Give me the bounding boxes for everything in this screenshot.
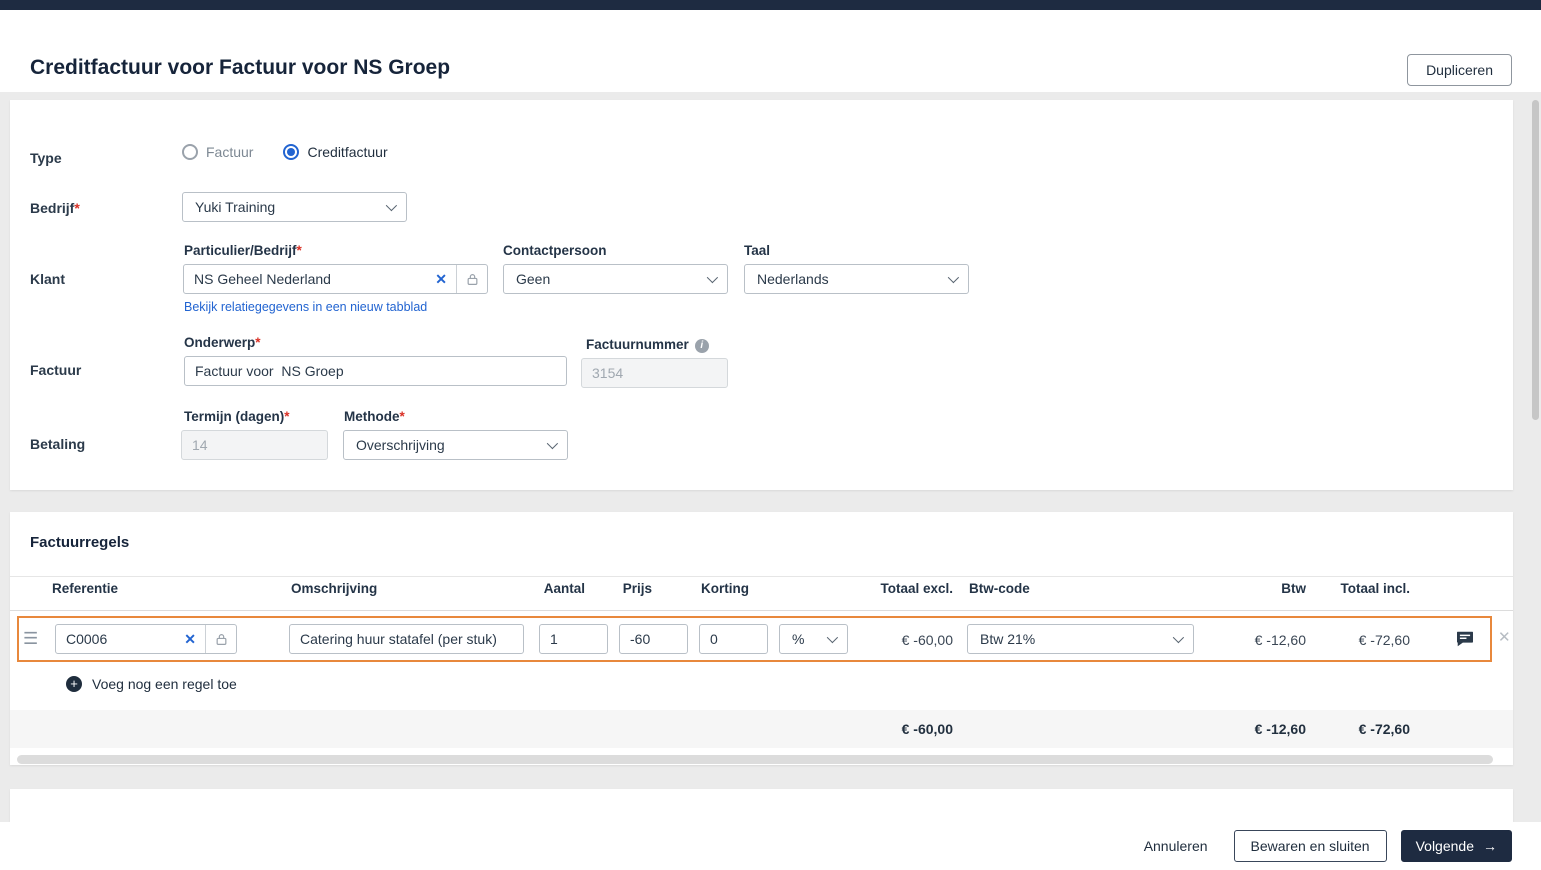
totals-btw: € -12,60: [1254, 721, 1306, 737]
invoice-details-panel: Type Factuur Creditfactuur Bedrijf* Yuki…: [10, 100, 1513, 490]
chevron-down-icon: [546, 437, 559, 450]
totals-row: € -60,00 € -12,60 € -72,60: [10, 710, 1513, 748]
type-radio-group: Factuur Creditfactuur: [182, 144, 388, 160]
totaal-excl-value: € -60,00: [901, 632, 953, 648]
col-prijs: Prijs: [622, 581, 652, 596]
methode-select[interactable]: Overschrijving: [343, 430, 568, 460]
klant-input-group: ✕: [183, 264, 488, 294]
chevron-down-icon: [385, 199, 398, 212]
totals-excl: € -60,00: [901, 721, 953, 737]
factuur-label: Factuur: [30, 362, 82, 378]
lock-icon[interactable]: [457, 273, 487, 286]
col-btw: Btw: [1281, 581, 1306, 596]
col-totaal-excl: Totaal excl.: [880, 581, 953, 596]
col-omschrijving: Omschrijving: [291, 581, 378, 596]
plus-icon: +: [66, 676, 82, 692]
main-content: Type Factuur Creditfactuur Bedrijf* Yuki…: [0, 92, 1541, 870]
remove-line-icon[interactable]: ✕: [1498, 628, 1511, 646]
factuurregels-title: Factuurregels: [30, 534, 130, 551]
clear-icon[interactable]: ✕: [426, 271, 456, 288]
duplicate-button[interactable]: Dupliceren: [1407, 54, 1512, 86]
btw-code-select[interactable]: Btw 21%: [967, 624, 1194, 654]
prijs-input[interactable]: [619, 624, 688, 654]
korting-input[interactable]: [699, 624, 768, 654]
vertical-scrollbar[interactable]: [1532, 100, 1539, 420]
contactpersoon-select[interactable]: Geen: [503, 264, 728, 294]
relation-details-link[interactable]: Bekijk relatiegegevens in een nieuw tabb…: [184, 300, 427, 314]
termijn-label: Termijn (dagen)*: [184, 409, 290, 424]
contactpersoon-select-value: Geen: [516, 271, 551, 287]
comment-icon[interactable]: [1456, 631, 1474, 650]
radio-creditfactuur[interactable]: Creditfactuur: [283, 144, 388, 160]
chevron-down-icon: [706, 271, 719, 284]
particulier-bedrijf-label: Particulier/Bedrijf*: [184, 243, 302, 258]
methode-label: Methode*: [344, 409, 405, 424]
radio-creditfactuur-label: Creditfactuur: [307, 144, 388, 160]
radio-factuur[interactable]: Factuur: [182, 144, 253, 160]
drag-handle-icon[interactable]: ☰: [23, 629, 38, 649]
arrow-right-icon: →: [1483, 838, 1497, 854]
next-section-panel: [10, 789, 1513, 822]
horizontal-scrollbar[interactable]: [17, 755, 1493, 764]
type-label: Type: [30, 150, 62, 166]
aantal-input[interactable]: [539, 624, 608, 654]
next-button-label: Volgende: [1415, 838, 1474, 854]
table-divider: [10, 576, 1513, 577]
factuurnummer-input: [581, 358, 728, 388]
klant-input[interactable]: [194, 271, 427, 287]
col-referentie: Referentie: [52, 581, 119, 596]
info-icon[interactable]: i: [694, 339, 709, 353]
radio-factuur-label: Factuur: [206, 144, 254, 160]
col-totaal-incl: Totaal incl.: [1340, 581, 1410, 596]
add-line-label: Voeg nog een regel toe: [92, 676, 237, 692]
klant-label: Klant: [30, 271, 65, 287]
radio-unchecked-icon: [182, 144, 198, 160]
top-navigation-bar: [0, 0, 1541, 10]
factuurnummer-label: Factuurnummer i: [586, 337, 709, 353]
taal-select-value: Nederlands: [757, 271, 829, 287]
table-divider: [10, 610, 1513, 611]
chevron-down-icon: [947, 271, 960, 284]
btw-code-value: Btw 21%: [980, 631, 1036, 647]
col-korting: Korting: [701, 581, 749, 596]
clear-icon[interactable]: ✕: [175, 631, 205, 648]
bedrijf-select-value: Yuki Training: [195, 199, 276, 215]
page-title: Creditfactuur voor Factuur voor NS Groep: [30, 56, 451, 79]
invoice-line-row: ☰ ✕ % € -60,00 Btw 21%: [17, 616, 1492, 662]
invoice-lines-panel: Factuurregels Referentie Omschrijving Aa…: [10, 512, 1513, 765]
referentie-input[interactable]: [66, 631, 176, 647]
footer-action-bar: Annuleren Bewaren en sluiten Volgende →: [0, 822, 1541, 870]
cancel-button[interactable]: Annuleren: [1144, 838, 1208, 854]
termijn-input: [181, 430, 328, 460]
korting-unit-value: %: [792, 631, 805, 647]
radio-checked-icon: [283, 144, 300, 160]
chevron-down-icon: [1172, 631, 1185, 644]
bedrijf-label: Bedrijf*: [30, 200, 80, 216]
contactpersoon-label: Contactpersoon: [503, 243, 607, 258]
totals-incl: € -72,60: [1358, 721, 1410, 737]
next-button[interactable]: Volgende →: [1400, 830, 1512, 862]
omschrijving-input[interactable]: [289, 624, 524, 654]
onderwerp-input[interactable]: [184, 356, 567, 386]
betaling-label: Betaling: [30, 436, 86, 452]
taal-label: Taal: [744, 243, 771, 258]
add-line-button[interactable]: + Voeg nog een regel toe: [66, 676, 237, 692]
referentie-input-group: ✕: [55, 624, 237, 654]
bedrijf-select[interactable]: Yuki Training: [182, 192, 407, 222]
taal-select[interactable]: Nederlands: [744, 264, 969, 294]
btw-value: € -12,60: [1254, 632, 1306, 648]
chevron-down-icon: [826, 631, 839, 644]
totaal-incl-value: € -72,60: [1358, 632, 1410, 648]
save-and-close-button[interactable]: Bewaren en sluiten: [1233, 830, 1387, 862]
korting-unit-select[interactable]: %: [779, 624, 848, 654]
onderwerp-label: Onderwerp*: [184, 335, 261, 350]
methode-select-value: Overschrijving: [356, 437, 445, 453]
page-header: Creditfactuur voor Factuur voor NS Groep…: [0, 10, 1541, 92]
lock-icon[interactable]: [206, 633, 236, 646]
col-btw-code: Btw-code: [969, 581, 1030, 596]
